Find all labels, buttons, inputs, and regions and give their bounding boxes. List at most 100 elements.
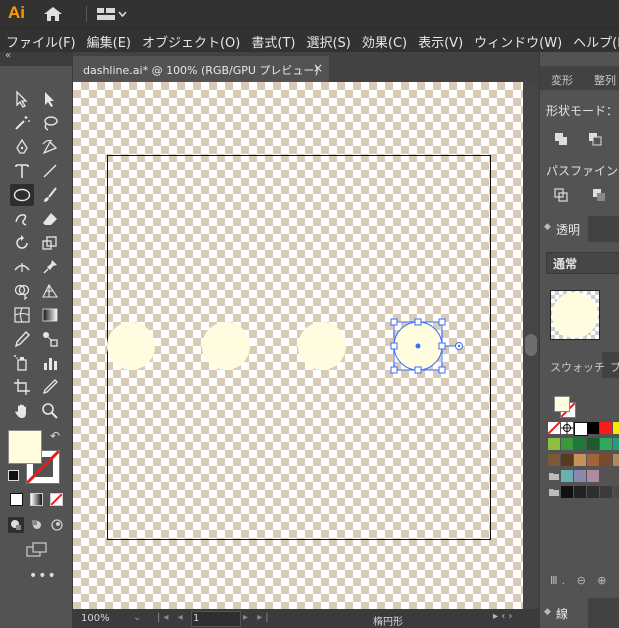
eyedropper-tool[interactable] [10,328,34,350]
canvas[interactable] [73,82,523,609]
swatch[interactable] [613,454,619,466]
pen-tool[interactable] [10,136,34,158]
blend-tool[interactable] [38,328,62,350]
artboard-number-field[interactable]: 1 [193,613,199,624]
none-mode-button[interactable] [50,493,63,506]
swatch[interactable] [600,422,612,434]
swatch-library-menu-icon[interactable]: Ⅲ. ⊖ ⊕ [550,574,611,587]
swatch[interactable] [600,454,612,466]
swatch[interactable] [613,438,619,450]
draw-behind-button[interactable] [29,517,45,533]
swatch-fill-stroke-proxy[interactable] [554,396,576,418]
selection-tool[interactable] [10,88,34,110]
tab-transparency[interactable]: 透明 [556,221,580,238]
type-tool[interactable] [10,160,34,182]
trim-icon[interactable] [592,188,606,202]
scale-tool[interactable] [38,232,62,254]
fill-swatch[interactable] [8,430,42,464]
draw-normal-button[interactable] [8,517,24,533]
menu-type[interactable]: 書式(T) [251,32,295,51]
menu-window[interactable]: ウィンドウ(W) [474,32,562,51]
slice-tool[interactable] [38,376,62,398]
swatch[interactable] [561,486,573,498]
curvature-tool[interactable] [38,136,62,158]
swatch[interactable] [600,438,612,450]
swatch[interactable] [574,422,588,436]
divide-icon[interactable] [554,188,568,202]
swatch[interactable] [574,454,586,466]
paintbrush-tool[interactable] [38,184,62,206]
tab-swatches[interactable]: スウォッチ [550,359,605,375]
ellipse-object[interactable] [202,322,250,370]
swatch[interactable] [587,454,599,466]
tab-brushes[interactable]: ブ [610,359,619,375]
hand-tool[interactable] [10,400,34,422]
swatch-group-folder-icon[interactable] [548,470,560,482]
swatch[interactable] [574,470,586,482]
width-tool[interactable] [10,256,34,278]
zoom-tool[interactable] [38,400,62,422]
collapse-icon[interactable]: « [5,50,11,61]
menu-edit[interactable]: 編集(E) [87,32,131,51]
artboard-prev-icon[interactable]: |◂ ◂ [157,612,186,623]
vertical-scrollbar[interactable] [523,82,539,609]
shaper-tool[interactable] [10,208,34,230]
swatch[interactable] [587,470,599,482]
ellipse-object[interactable] [107,322,155,370]
menu-file[interactable]: ファイル(F) [6,32,76,51]
mesh-tool[interactable] [10,304,34,326]
gradient-mode-button[interactable] [30,493,43,506]
document-tab[interactable]: dashline.ai* @ 100% (RGB/GPU プレビュー) × [73,56,329,82]
direct-selection-tool[interactable] [38,88,62,110]
menu-object[interactable]: オブジェクト(O) [142,32,240,51]
close-icon[interactable]: × [313,61,323,75]
swatch[interactable] [574,438,586,450]
swatch[interactable] [561,438,573,450]
menu-select[interactable]: 選択(S) [306,32,350,51]
swatch[interactable] [561,470,573,482]
screen-mode-button[interactable] [26,542,48,561]
artboard-tool[interactable] [10,376,34,398]
swatch[interactable] [548,438,560,450]
ellipse-tool[interactable] [10,184,34,206]
shape-builder-tool[interactable] [10,280,34,302]
lasso-tool[interactable] [38,112,62,134]
swatch[interactable] [613,422,619,434]
swatch[interactable] [587,486,599,498]
minus-front-icon[interactable] [588,132,602,146]
tools-panel-header[interactable]: « [0,50,72,66]
swatch[interactable] [548,454,560,466]
panel-collapse-icon[interactable]: ◆ [544,222,551,232]
edit-toolbar-icon[interactable]: ••• [29,568,57,584]
column-graph-tool[interactable] [38,352,62,374]
menu-help[interactable]: ヘルプ(H) [573,32,619,51]
vertical-scroll-thumb[interactable] [525,334,537,356]
home-icon[interactable] [43,6,63,22]
artboard-next-icon[interactable]: ▸ ▸| [243,612,272,623]
tab-align[interactable]: 整列 [594,72,616,88]
workspace-switcher-icon[interactable] [97,7,127,21]
unite-icon[interactable] [554,132,568,146]
eraser-tool[interactable] [38,208,62,230]
puppet-warp-tool[interactable] [38,256,62,278]
line-segment-tool[interactable] [38,160,62,182]
chevron-down-icon[interactable]: ⌄ [133,612,141,623]
gradient-tool[interactable] [38,304,62,326]
swatch[interactable] [587,438,599,450]
swatch-registration[interactable] [561,422,573,434]
scroll-arrows-icon[interactable]: ▸ ‹ › [493,611,512,622]
swap-fill-stroke-icon[interactable]: ↶ [50,429,60,443]
tab-transform[interactable]: 変形 [551,72,573,88]
perspective-grid-tool[interactable] [38,280,62,302]
zoom-level[interactable]: 100% [81,613,110,624]
draw-inside-button[interactable] [49,517,65,533]
tab-stroke[interactable]: 線 [556,605,568,622]
blend-mode-select[interactable]: 通常 [546,252,619,274]
swatch[interactable] [561,454,573,466]
symbol-sprayer-tool[interactable] [10,352,34,374]
swatch[interactable] [587,422,599,434]
swatch[interactable] [613,486,619,498]
ellipse-object[interactable] [298,322,346,370]
panel-collapse-icon[interactable]: ◆ [544,607,551,617]
swatch-group-folder-icon[interactable] [548,486,560,498]
